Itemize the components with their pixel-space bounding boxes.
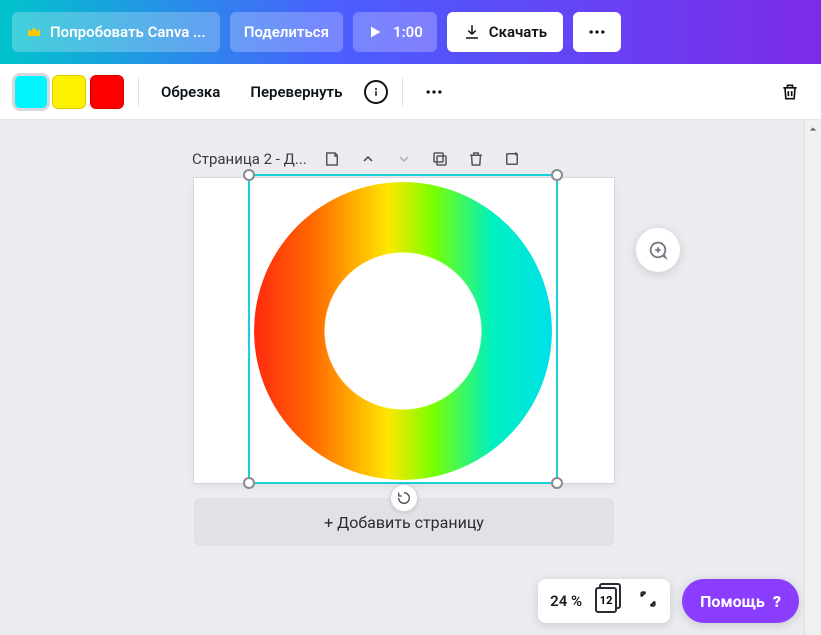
more-tools-button[interactable] <box>417 75 451 109</box>
tool-bar: Обрезка Перевернуть <box>0 64 821 120</box>
question-icon: ? <box>773 592 781 611</box>
help-label: Помощь <box>700 592 765 611</box>
flip-button[interactable]: Перевернуть <box>242 77 350 107</box>
fullscreen-icon <box>638 589 658 609</box>
download-label: Скачать <box>489 23 547 41</box>
crop-button[interactable]: Обрезка <box>153 77 228 107</box>
page-label: Страница 2 - Д... <box>192 150 307 168</box>
caret-up-icon <box>808 124 818 134</box>
crown-icon <box>26 24 42 40</box>
trash-icon <box>780 82 800 102</box>
duration-label: 1:00 <box>393 23 423 41</box>
canvas-area[interactable]: Страница 2 - Д... <box>0 120 821 635</box>
zoom-group: 24 % 12 <box>538 579 670 623</box>
fullscreen-button[interactable] <box>638 589 658 613</box>
swatch-yellow[interactable] <box>52 75 86 109</box>
try-canva-label: Попробовать Canva ... <box>50 23 206 41</box>
delete-page-button[interactable] <box>461 144 491 174</box>
add-page-inline-button[interactable] <box>497 144 527 174</box>
trash-icon <box>467 150 485 168</box>
duplicate-page-button[interactable] <box>425 144 455 174</box>
page-down-button <box>389 144 419 174</box>
resize-handle-br[interactable] <box>551 477 563 489</box>
page-up-button[interactable] <box>353 144 383 174</box>
info-button[interactable] <box>364 80 388 104</box>
selection-box[interactable] <box>248 174 558 484</box>
note-icon <box>323 150 341 168</box>
zoom-percent[interactable]: 24 % <box>550 592 582 610</box>
vertical-scrollbar[interactable] <box>804 120 821 635</box>
page-grid-button[interactable]: 12 <box>596 586 624 616</box>
play-button[interactable]: 1:00 <box>353 12 437 52</box>
divider <box>138 78 139 106</box>
play-icon <box>367 24 383 40</box>
swatch-red[interactable] <box>90 75 124 109</box>
chevron-down-icon <box>396 151 412 167</box>
page-notes-button[interactable] <box>317 144 347 174</box>
add-comment-button[interactable] <box>636 228 680 272</box>
scroll-up-button[interactable] <box>805 120 821 137</box>
info-icon <box>370 86 382 98</box>
bottom-bar: 24 % 12 Помощь ? <box>538 579 799 623</box>
new-page-icon <box>503 150 521 168</box>
color-swatches <box>14 75 124 109</box>
rotate-handle[interactable] <box>390 484 418 512</box>
duplicate-icon <box>431 150 449 168</box>
ellipsis-icon <box>424 82 444 102</box>
page-count-label: 12 <box>595 587 617 613</box>
add-page-label: + Добавить страницу <box>324 513 484 532</box>
download-icon <box>463 23 481 41</box>
comment-icon <box>647 239 669 261</box>
try-canva-button[interactable]: Попробовать Canva ... <box>12 12 220 52</box>
resize-handle-tr[interactable] <box>551 169 563 181</box>
chevron-up-icon <box>360 151 376 167</box>
canvas-page[interactable] <box>194 178 614 483</box>
ellipsis-icon <box>587 22 607 42</box>
resize-handle-bl[interactable] <box>243 477 255 489</box>
rotate-icon <box>396 490 412 506</box>
share-button[interactable]: Поделиться <box>230 12 343 52</box>
resize-handle-tl[interactable] <box>243 169 255 181</box>
more-menu-button[interactable] <box>573 12 621 52</box>
page-controls: Страница 2 - Д... <box>192 144 527 174</box>
share-label: Поделиться <box>244 23 329 41</box>
download-button[interactable]: Скачать <box>447 12 563 52</box>
help-button[interactable]: Помощь ? <box>682 579 799 623</box>
delete-button[interactable] <box>773 75 807 109</box>
swatch-cyan[interactable] <box>14 75 48 109</box>
divider <box>402 78 403 106</box>
add-page-button[interactable]: + Добавить страницу <box>194 498 614 546</box>
top-bar: Попробовать Canva ... Поделиться 1:00 Ск… <box>0 0 821 64</box>
